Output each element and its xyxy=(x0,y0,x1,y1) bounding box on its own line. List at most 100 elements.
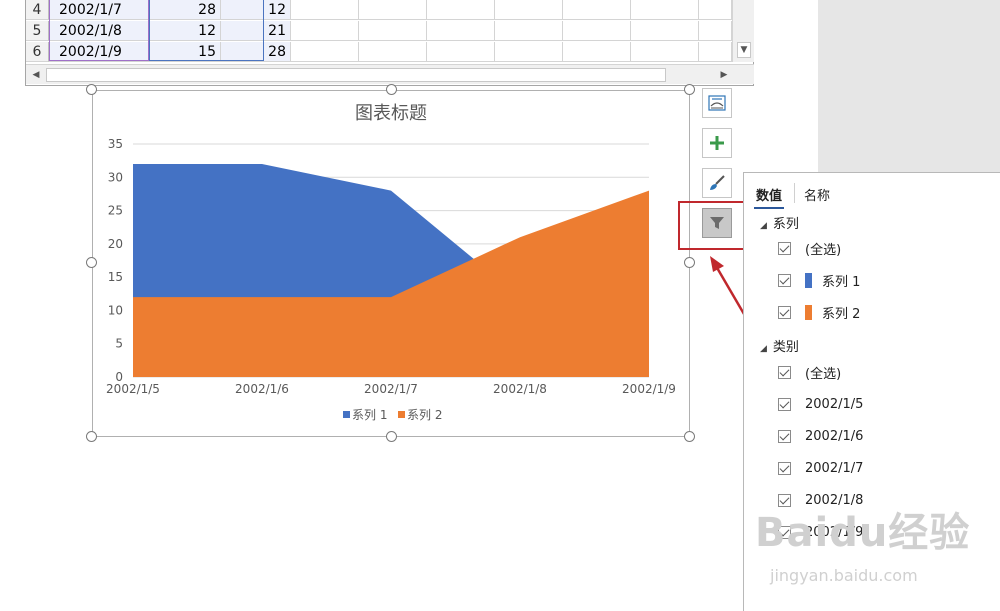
chart-style-button[interactable] xyxy=(702,168,732,198)
checkbox-checked-icon[interactable] xyxy=(778,241,791,255)
empty-cell[interactable] xyxy=(291,21,359,41)
filter-tabs: 数值 名称 xyxy=(754,181,850,209)
x-tick-label: 2002/1/9 xyxy=(622,382,676,396)
scroll-down-icon[interactable]: ▼ xyxy=(737,42,751,58)
plus-icon xyxy=(710,136,724,150)
resize-handle[interactable] xyxy=(684,84,695,95)
category-select-all[interactable]: (全选) xyxy=(778,362,841,382)
watermark-url: jingyan.baidu.com xyxy=(770,566,918,585)
checkbox-checked-icon[interactable] xyxy=(778,461,791,475)
empty-cell[interactable] xyxy=(563,42,631,62)
empty-cell[interactable] xyxy=(495,42,563,62)
scrollbar-thumb[interactable] xyxy=(46,68,666,82)
empty-cell[interactable] xyxy=(495,0,563,20)
chart-elements-icon xyxy=(708,95,726,111)
x-tick-label: 2002/1/6 xyxy=(235,382,289,396)
tab-values[interactable]: 数值 xyxy=(754,181,785,209)
resize-handle[interactable] xyxy=(86,257,97,268)
empty-cell[interactable] xyxy=(563,0,631,20)
empty-cell[interactable] xyxy=(291,0,359,20)
area-chart: 05101520253035 2002/1/5 2002/1/6 2002/1/7 2… xyxy=(106,103,676,422)
x-tick-label: 2002/1/5 xyxy=(106,382,160,396)
series2-cell[interactable]: 21 xyxy=(221,21,291,41)
scroll-right-icon[interactable]: ▶ xyxy=(716,67,732,83)
series1-cell[interactable]: 12 xyxy=(149,21,221,41)
empty-cell[interactable] xyxy=(427,0,495,20)
resize-handle[interactable] xyxy=(684,257,695,268)
empty-cell[interactable] xyxy=(563,21,631,41)
series-section-header[interactable]: ◢ 系列 xyxy=(760,213,799,232)
empty-cell[interactable] xyxy=(359,21,427,41)
data-sheet-window: 4 2002/1/7 28 12 5 2002/1/8 12 21 6 2002… xyxy=(25,0,754,86)
empty-cell[interactable] xyxy=(699,0,732,20)
date-cell[interactable]: 2002/1/9 xyxy=(49,42,149,62)
collapse-triangle-icon[interactable]: ◢ xyxy=(760,221,767,231)
table-row: 5 2002/1/8 12 21 xyxy=(26,21,732,41)
empty-cell[interactable] xyxy=(699,42,732,62)
date-cell[interactable]: 2002/1/7 xyxy=(49,0,149,20)
empty-cell[interactable] xyxy=(631,0,699,20)
chart-area[interactable]: 0 5 10 15 20 25 30 35 2002/1/5 2002/1/6 2002/1/7 2… xyxy=(92,90,690,437)
brush-icon xyxy=(710,175,725,190)
series-color-swatch xyxy=(805,304,812,320)
y-tick-label: 30 xyxy=(108,170,123,184)
y-tick-label: 15 xyxy=(108,270,123,284)
table-row: 6 2002/1/9 15 28 xyxy=(26,42,732,62)
scroll-left-icon[interactable]: ◀ xyxy=(28,67,44,83)
checkbox-checked-icon[interactable] xyxy=(778,397,791,411)
resize-handle[interactable] xyxy=(684,431,695,442)
horizontal-scrollbar[interactable]: ◀ ▶ xyxy=(26,64,754,84)
series-select-all[interactable]: (全选) xyxy=(778,238,841,258)
empty-cell[interactable] xyxy=(359,0,427,20)
empty-cell[interactable] xyxy=(699,21,732,41)
collapse-triangle-icon[interactable]: ◢ xyxy=(760,344,767,354)
empty-cell[interactable] xyxy=(631,21,699,41)
category-item[interactable]: 2002/1/6 xyxy=(778,426,863,446)
date-cell[interactable]: 2002/1/8 xyxy=(49,21,149,41)
legend-label[interactable]: 系列 2 xyxy=(407,408,442,422)
empty-cell[interactable] xyxy=(427,42,495,62)
x-tick-label: 2002/1/8 xyxy=(493,382,547,396)
chart-title[interactable]: 图表标题 xyxy=(355,103,427,124)
resize-handle[interactable] xyxy=(386,84,397,95)
checkbox-checked-icon[interactable] xyxy=(778,365,791,379)
empty-cell[interactable] xyxy=(359,42,427,62)
series2-cell[interactable]: 28 xyxy=(221,42,291,62)
legend-label[interactable]: 系列 1 xyxy=(352,408,387,422)
resize-handle[interactable] xyxy=(386,431,397,442)
add-chart-element-button[interactable] xyxy=(702,128,732,158)
category-item[interactable]: 2002/1/5 xyxy=(778,394,863,414)
resize-handle[interactable] xyxy=(86,431,97,442)
x-tick-label: 2002/1/7 xyxy=(364,382,418,396)
table-row: 4 2002/1/7 28 12 xyxy=(26,0,732,20)
row-number[interactable]: 4 xyxy=(26,0,49,20)
legend-swatch xyxy=(343,411,350,418)
series1-cell[interactable]: 15 xyxy=(149,42,221,62)
row-number[interactable]: 6 xyxy=(26,42,49,62)
y-tick-label: 35 xyxy=(108,137,123,151)
series1-cell[interactable]: 28 xyxy=(149,0,221,20)
y-tick-label: 20 xyxy=(108,237,123,251)
empty-cell[interactable] xyxy=(427,21,495,41)
checkbox-checked-icon[interactable] xyxy=(778,429,791,443)
watermark-logo: Baidu经验 xyxy=(755,510,971,556)
category-section-header[interactable]: ◢ 类别 xyxy=(760,336,799,355)
resize-handle[interactable] xyxy=(86,84,97,95)
empty-cell[interactable] xyxy=(291,42,359,62)
checkbox-checked-icon[interactable] xyxy=(778,273,791,287)
vertical-scrollbar[interactable]: ▼ xyxy=(732,0,754,62)
series-item-2[interactable]: 系列 2 xyxy=(778,302,860,322)
tab-divider xyxy=(794,183,795,203)
tab-names[interactable]: 名称 xyxy=(802,181,832,209)
row-number[interactable]: 5 xyxy=(26,21,49,41)
legend-swatch xyxy=(398,411,405,418)
empty-cell[interactable] xyxy=(495,21,563,41)
series-color-swatch xyxy=(805,272,812,288)
y-tick-label: 10 xyxy=(108,303,123,317)
empty-cell[interactable] xyxy=(631,42,699,62)
category-item[interactable]: 2002/1/7 xyxy=(778,458,863,478)
series-item-1[interactable]: 系列 1 xyxy=(778,270,860,290)
checkbox-checked-icon[interactable] xyxy=(778,305,791,319)
chart-layout-button[interactable] xyxy=(702,88,732,118)
series2-cell[interactable]: 12 xyxy=(221,0,291,20)
